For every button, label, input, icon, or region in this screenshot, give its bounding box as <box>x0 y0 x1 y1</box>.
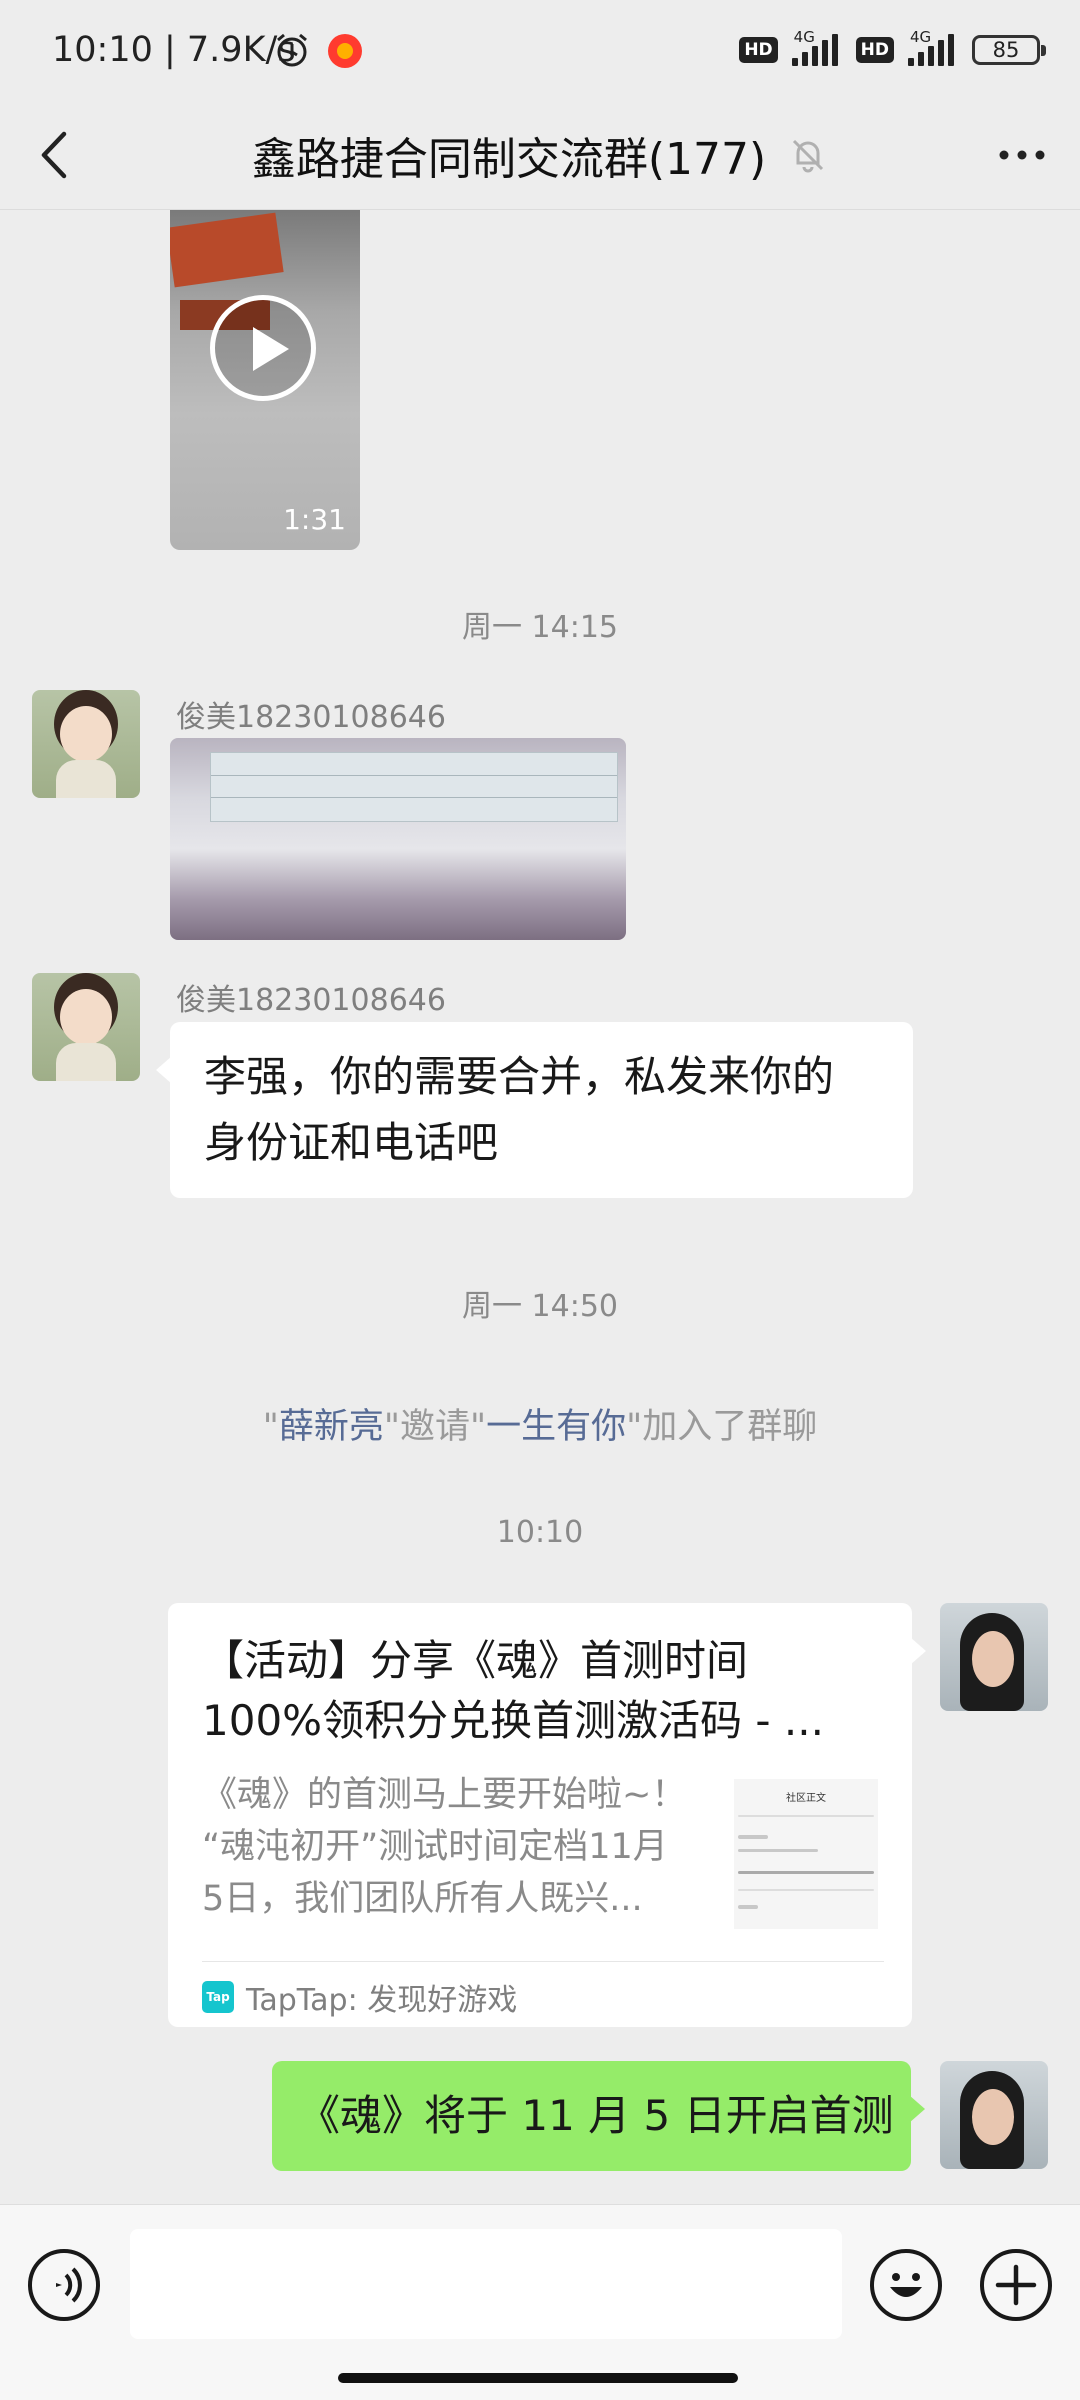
network-type: 4G <box>793 28 815 46</box>
video-duration: 1:31 <box>283 503 346 536</box>
sent-message-bubble[interactable]: 《魂》将于 11 月 5 日开启首测 <box>272 2061 925 2171</box>
timestamp: 10:10 <box>496 1515 584 1550</box>
taptap-icon: Tap <box>202 1981 234 2013</box>
system-message: "薛新亮"邀请"一生有你"加入了群聊 <box>262 1407 818 1447</box>
message-input[interactable] <box>130 2229 842 2339</box>
timestamp: 周一 14:15 <box>462 610 618 645</box>
battery-icon: 85 <box>972 35 1046 65</box>
voice-icon <box>56 2267 82 2303</box>
text-message-bubble[interactable]: 李强，你的需要合并，私发来你的 身份证和电话吧 <box>156 1022 913 1198</box>
my-avatar[interactable] <box>940 1603 1048 1711</box>
mute-bell-icon <box>793 139 824 173</box>
signal-icon: 4G <box>904 28 962 68</box>
message-text: 《魂》将于 11 月 5 日开启首测 <box>298 2091 894 2140</box>
more-functions-button[interactable] <box>980 2249 1052 2321</box>
image-message[interactable] <box>170 738 626 940</box>
alarm-icon <box>277 33 307 67</box>
inviter-name[interactable]: 薛新亮 <box>279 1407 384 1447</box>
more-options-icon[interactable] <box>992 130 1052 180</box>
voice-button[interactable] <box>28 2249 100 2321</box>
chat-header: 鑫路捷合同制交流群(177) <box>0 100 1080 210</box>
status-bar: 10:10 | 7.9K/s HD 4G HD 4G 85 <box>0 0 1080 100</box>
image-content <box>210 752 618 822</box>
timestamp: 周一 14:50 <box>462 1289 618 1324</box>
link-card-message[interactable]: 【活动】分享《魂》首测时间 100%领积分兑换首测激活码 - ... 《魂》的首… <box>168 1603 926 2027</box>
avatar[interactable] <box>32 690 140 798</box>
sender-name: 俊美18230108646 <box>176 700 446 735</box>
message-text: 身份证和电话吧 <box>204 1118 499 1167</box>
home-indicator[interactable] <box>338 2373 738 2383</box>
plus-icon <box>995 2264 1037 2306</box>
chat-title: 鑫路捷合同制交流群(177) <box>251 134 767 185</box>
status-time: 10:10 | 7.9K/s <box>52 30 296 70</box>
app-notification-icon <box>328 34 362 68</box>
emoji-button[interactable] <box>870 2249 942 2321</box>
video-message[interactable]: 1:31 <box>170 210 360 550</box>
card-title: 【活动】分享《魂》首测时间 100%领积分兑换首测激活码 - ... <box>202 1636 824 1745</box>
play-icon[interactable] <box>210 295 316 401</box>
card-thumbnail: 社区正文 <box>734 1779 878 1929</box>
video-thumbnail <box>170 212 284 288</box>
source-name: TapTap: 发现好游戏 <box>246 1983 518 2018</box>
hd-badge: HD <box>855 37 894 63</box>
invitee-name[interactable]: 一生有你 <box>486 1407 626 1447</box>
network-type: 4G <box>910 28 932 46</box>
hd-badge: HD <box>739 37 778 63</box>
card-divider <box>202 1961 884 1962</box>
smiley-icon <box>890 2273 922 2297</box>
avatar[interactable] <box>32 973 140 1081</box>
my-avatar[interactable] <box>940 2061 1048 2169</box>
sender-name: 俊美18230108646 <box>176 983 446 1018</box>
card-description: 《魂》的首测马上要开始啦~！ “魂沌初开”测试时间定档11月 5日，我们团队所有… <box>202 1775 687 1919</box>
message-text: 李强，你的需要合并，私发来你的 <box>204 1052 835 1101</box>
card-source: Tap TapTap: 发现好游戏 <box>202 1975 517 2019</box>
input-bar <box>0 2204 1080 2400</box>
signal-icon: 4G <box>788 28 846 68</box>
